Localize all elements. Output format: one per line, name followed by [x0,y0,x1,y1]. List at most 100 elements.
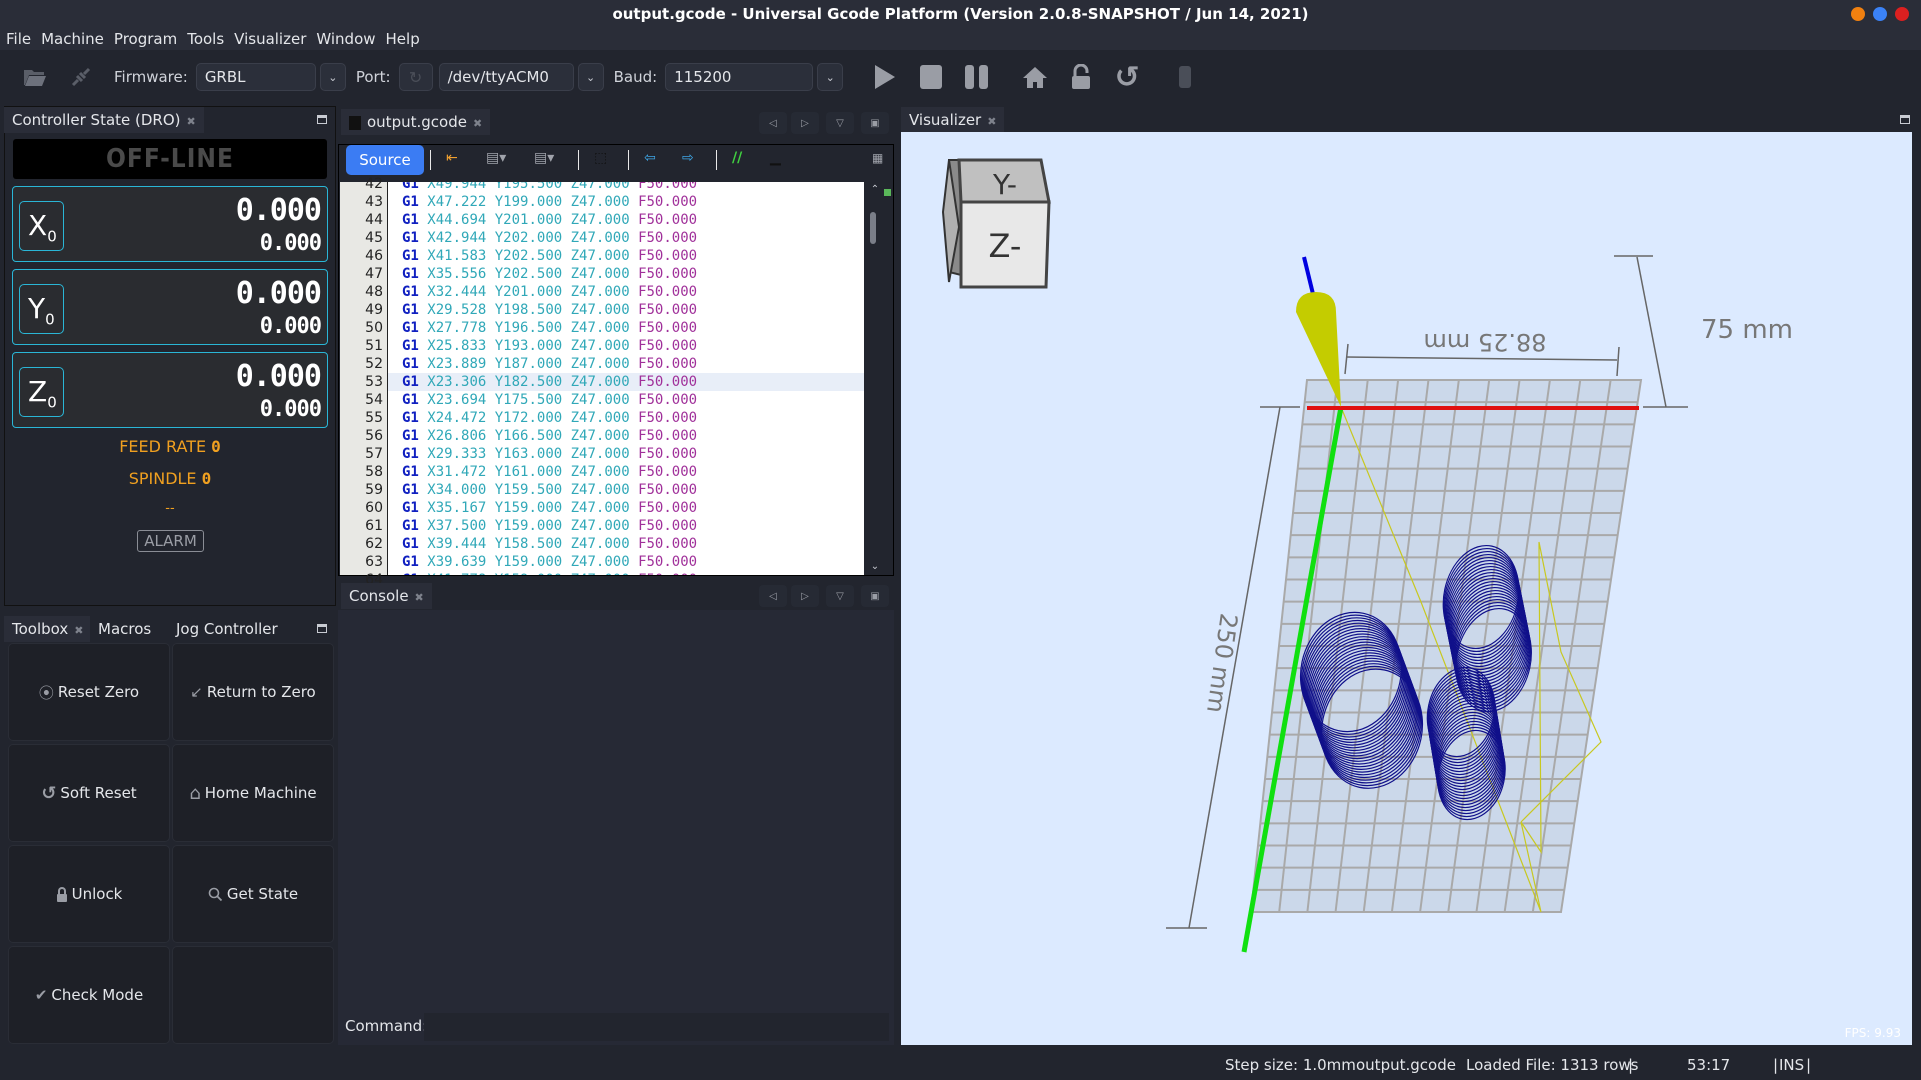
code-line[interactable]: G1 X29.333 Y163.000 Z47.000 F50.000 [388,445,864,463]
maximize-button[interactable] [1873,7,1887,21]
minimize-panel-icon[interactable] [1900,115,1910,124]
code-line[interactable]: G1 X41.778 Y159.000 Z47.000 F50.000 [388,571,864,575]
code-line[interactable]: G1 X37.500 Y159.000 Z47.000 F50.000 [388,517,864,535]
show-open-documents-button[interactable]: ▽ [826,112,854,134]
scroll-up-icon[interactable]: ⌃ [868,184,882,196]
home-machine-button[interactable]: ⌂ Home Machine [172,744,334,842]
minimize-button[interactable] [1851,7,1865,21]
select-rect-button[interactable]: ⬚ [594,150,607,170]
shift-right-button[interactable]: ⇨ [682,150,694,170]
orientation-cube[interactable]: Y- Z- [941,158,1051,289]
pendant-button[interactable] [1165,57,1205,97]
connect-plug-icon[interactable] [64,60,98,94]
code-editor[interactable]: G1 X49.944 Y195.500 Z47.000 F50.000 G1 X4… [388,182,864,575]
tab-controller-state[interactable]: Controller State (DRO) ✖ [4,107,204,133]
menu-machine[interactable]: Machine [41,28,104,50]
play-button[interactable] [865,57,905,97]
menu-visualizer[interactable]: Visualizer [234,28,306,50]
uncomment-button[interactable]: ▁ [770,150,781,170]
reset-z-button[interactable]: Z0 [19,367,64,417]
pause-button[interactable] [957,57,997,97]
command-input[interactable] [424,1013,889,1041]
show-open-documents-button[interactable]: ▽ [826,585,854,607]
close-tab-icon[interactable]: ✖ [987,115,996,128]
maximize-window-button[interactable]: ▣ [861,112,889,134]
tab-toolbox[interactable]: Toolbox ✖ [4,616,92,642]
code-line[interactable]: G1 X47.222 Y199.000 Z47.000 F50.000 [388,193,864,211]
tab-output-gcode[interactable]: output.gcode ✖ [341,109,491,135]
soft-reset-button-toolbox[interactable]: ↺ Soft Reset [8,744,170,842]
code-line[interactable]: G1 X34.000 Y159.500 Z47.000 F50.000 [388,481,864,499]
code-line[interactable]: G1 X35.167 Y159.000 Z47.000 F50.000 [388,499,864,517]
close-button[interactable] [1895,7,1909,21]
unlock-button[interactable] [1061,57,1101,97]
close-tab-icon[interactable]: ✖ [415,591,424,604]
scroll-tabs-left-button[interactable]: ◁ [759,112,787,134]
code-line[interactable]: G1 X32.444 Y201.000 Z47.000 F50.000 [388,283,864,301]
tab-macros[interactable]: Macros [90,616,160,642]
close-tab-icon[interactable]: ✖ [473,117,482,130]
code-line[interactable]: G1 X26.806 Y166.500 Z47.000 F50.000 [388,427,864,445]
menu-program[interactable]: Program [114,28,177,50]
scroll-tabs-right-button[interactable]: ▷ [791,585,819,607]
scroll-tabs-left-button[interactable]: ◁ [759,585,787,607]
menu-tools[interactable]: Tools [187,28,224,50]
stop-button[interactable] [911,57,951,97]
console-output[interactable] [338,610,894,1045]
scroll-tabs-right-button[interactable]: ▷ [791,112,819,134]
baud-dropdown-button[interactable]: ⌄ [817,63,844,91]
menu-file[interactable]: File [6,28,31,50]
baud-select[interactable]: 115200 [665,63,814,91]
code-line[interactable]: G1 X24.472 Y172.000 Z47.000 F50.000 [388,409,864,427]
minimize-panel-icon[interactable] [317,624,327,633]
code-line[interactable]: G1 X29.528 Y198.500 Z47.000 F50.000 [388,301,864,319]
close-tab-icon[interactable]: ✖ [187,115,196,128]
unlock-button-toolbox[interactable]: Unlock [8,845,170,943]
tab-jog-controller[interactable]: Jog Controller [168,616,286,642]
scroll-down-icon[interactable]: ⌄ [868,561,882,573]
refresh-ports-button[interactable]: ↻ [398,63,433,91]
comment-button[interactable]: // [732,150,742,170]
port-select[interactable]: /dev/ttyACM0 [438,63,574,91]
code-line[interactable]: G1 X23.694 Y175.500 Z47.000 F50.000 [388,391,864,409]
minimize-panel-icon[interactable] [317,115,327,124]
last-edit-button[interactable]: ⇤ [446,150,458,170]
code-line[interactable]: G1 X25.833 Y193.000 Z47.000 F50.000 [388,337,864,355]
shift-left-button[interactable]: ⇦ [644,150,656,170]
maximize-window-button[interactable]: ▣ [861,585,889,607]
menu-help[interactable]: Help [386,28,420,50]
return-to-zero-button[interactable]: ↙ Return to Zero [172,643,334,741]
home-button[interactable] [1015,57,1055,97]
code-line[interactable]: G1 X42.944 Y202.000 Z47.000 F50.000 [388,229,864,247]
open-folder-icon[interactable] [18,60,52,94]
source-button[interactable]: Source [346,145,424,175]
close-tab-icon[interactable]: ✖ [74,624,83,637]
forward-button[interactable]: ▤▾ [534,150,554,170]
split-view-button[interactable]: ▦ [872,150,883,170]
check-mode-button[interactable]: ✔ Check Mode [8,946,170,1044]
back-button[interactable]: ▤▾ [486,150,506,170]
code-line[interactable]: G1 X35.556 Y202.500 Z47.000 F50.000 [388,265,864,283]
vertical-scrollbar[interactable]: ⌃ ⌄ [864,182,886,575]
get-state-button[interactable]: Get State [172,845,334,943]
code-line[interactable]: G1 X31.472 Y161.000 Z47.000 F50.000 [388,463,864,481]
code-line[interactable]: G1 X27.778 Y196.500 Z47.000 F50.000 [388,319,864,337]
reset-zero-button[interactable]: ⦿ Reset Zero [8,643,170,741]
firmware-select[interactable]: GRBL [195,63,316,91]
code-line[interactable]: G1 X23.889 Y187.000 Z47.000 F50.000 [388,355,864,373]
firmware-dropdown-button[interactable]: ⌄ [319,63,346,91]
port-dropdown-button[interactable]: ⌄ [577,63,604,91]
tab-console[interactable]: Console ✖ [341,583,432,609]
visualizer-canvas[interactable]: 88.25 mm 250 mm 75 mm Y- Z- FPS: 9.93 [901,132,1912,1045]
code-line[interactable]: G1 X39.444 Y158.500 Z47.000 F50.000 [388,535,864,553]
code-line[interactable]: G1 X41.583 Y202.500 Z47.000 F50.000 [388,247,864,265]
tab-visualizer[interactable]: Visualizer ✖ [901,107,1005,133]
code-line[interactable]: G1 X23.306 Y182.500 Z47.000 F50.000 [388,373,864,391]
reset-y-button[interactable]: Y0 [19,284,64,334]
soft-reset-button[interactable]: ↺ [1107,57,1147,97]
code-line[interactable]: G1 X44.694 Y201.000 Z47.000 F50.000 [388,211,864,229]
scrollbar-thumb[interactable] [870,212,876,244]
menu-window[interactable]: Window [316,28,375,50]
code-line[interactable]: G1 X49.944 Y195.500 Z47.000 F50.000 [388,182,864,193]
reset-x-button[interactable]: X0 [19,201,64,251]
